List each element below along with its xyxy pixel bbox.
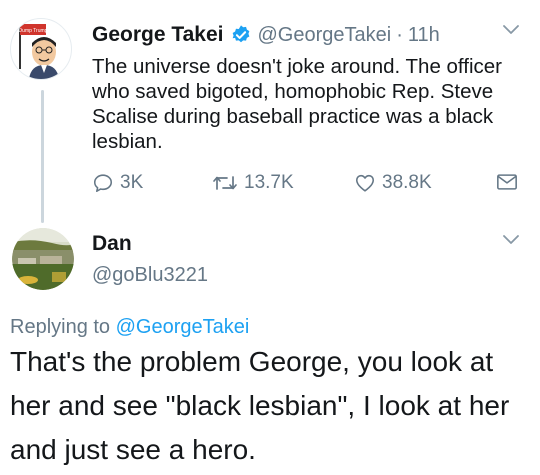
- retweet-count: 13.7K: [244, 172, 294, 193]
- replying-to-label: Replying to: [10, 316, 111, 338]
- chevron-down-icon: [503, 25, 519, 34]
- reply-count: 3K: [120, 172, 144, 193]
- retweet-icon: [213, 176, 237, 190]
- thread-line: [41, 90, 44, 223]
- reply-menu-button[interactable]: [502, 234, 520, 246]
- separator-dot: ·: [396, 23, 403, 46]
- envelope-icon: [497, 174, 517, 190]
- replying-to-line: Replying to @GeorgeTakei: [10, 316, 249, 339]
- caricature-avatar-icon: Dump Trump: [19, 24, 59, 79]
- retweet-button[interactable]: 13.7K: [212, 172, 294, 194]
- chevron-down-icon: [503, 235, 519, 244]
- tweet-timestamp[interactable]: 11h: [408, 24, 440, 47]
- reply-author-handle[interactable]: @goBlu3221: [92, 264, 208, 287]
- reply-icon: [93, 174, 113, 193]
- reply-author-name[interactable]: Dan: [92, 232, 132, 256]
- replying-to-mention-link[interactable]: @GeorgeTakei: [116, 316, 250, 338]
- message-button[interactable]: [496, 172, 524, 192]
- tweet-text: The universe doesn't joke around. The of…: [92, 55, 502, 153]
- author-name[interactable]: George Takei: [92, 23, 224, 47]
- author-handle[interactable]: @GeorgeTakei: [258, 24, 392, 47]
- verified-badge-icon: [230, 24, 252, 46]
- tweet-header: George Takei @GeorgeTakei · 11h: [92, 20, 440, 50]
- heart-icon: [355, 174, 375, 192]
- like-count: 38.8K: [382, 172, 432, 193]
- stadium-photo-avatar-icon: [12, 228, 74, 290]
- svg-text:Dump Trump: Dump Trump: [19, 28, 48, 34]
- reply-author-avatar[interactable]: [12, 228, 74, 290]
- author-avatar[interactable]: Dump Trump: [10, 18, 72, 80]
- like-button[interactable]: 38.8K: [354, 172, 432, 194]
- reply-text: That's the problem George, you look at h…: [10, 346, 510, 465]
- tweet-menu-button[interactable]: [502, 24, 520, 36]
- tweet-actions: 3K 13.7K 38.8K: [92, 172, 532, 202]
- reply-button[interactable]: 3K: [92, 172, 143, 194]
